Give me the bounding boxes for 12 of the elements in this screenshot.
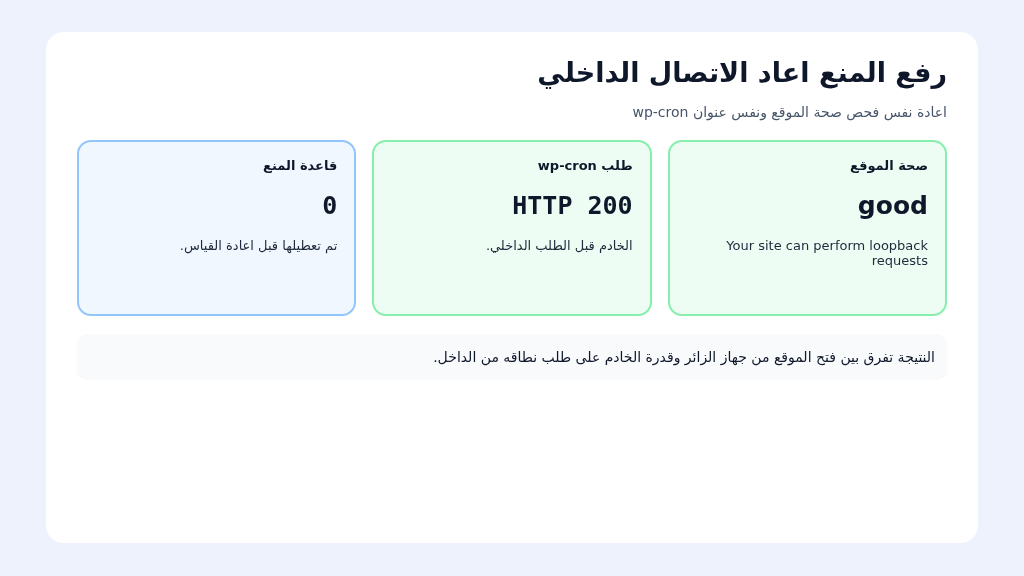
card-label: طلب wp-cron [537, 157, 633, 173]
card-label: صحة الموقع [850, 157, 928, 173]
card-label: قاعدة المنع [263, 157, 338, 173]
subtitle: اعادة نفس فحص صحة الموقع ونفس عنوان wp-cron [631, 103, 947, 120]
card-note: Your site can perform loopback requests [725, 237, 928, 268]
card-value: 0 [322, 190, 338, 220]
card-value: good [857, 190, 928, 220]
card-value: HTTP 200 [512, 190, 633, 220]
card-note: تم تعطيلها قبل اعادة القياس. [179, 237, 338, 253]
card-note: الخادم قبل الطلب الداخلي. [485, 237, 633, 253]
page-title: رفع المنع اعاد الاتصال الداخلي [536, 56, 947, 91]
footer-note: النتيجة تفرق بين فتح الموقع من جهاز الزائر وقدرة الخادم على طلب نطاقه من الداخل. [77, 333, 947, 380]
